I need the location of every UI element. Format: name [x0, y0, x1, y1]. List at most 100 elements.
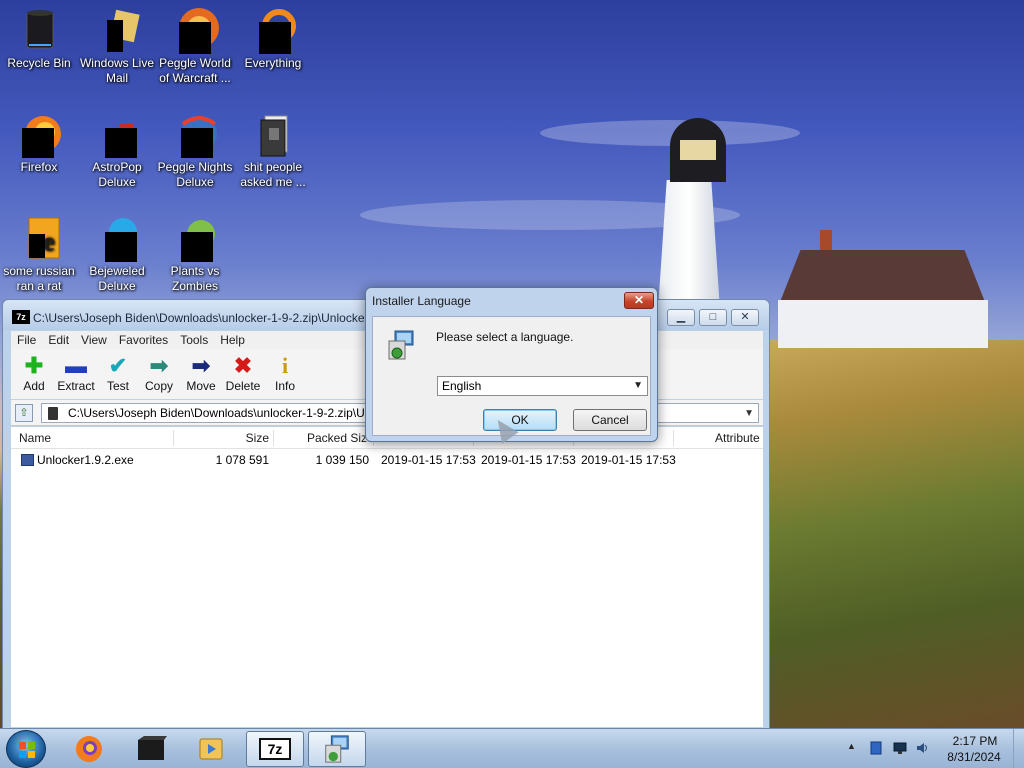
show-desktop-button[interactable] — [1013, 729, 1024, 768]
action-center-flag-icon[interactable] — [869, 741, 883, 755]
cancel-button[interactable]: Cancel — [573, 409, 647, 431]
delete-button[interactable]: ✖ Delete — [222, 353, 264, 393]
clock-time[interactable]: 2:17 PM — [945, 734, 1005, 748]
maximize-icon: □ — [709, 311, 717, 323]
delete-x-icon: ✖ — [233, 353, 253, 378]
firefox-icon — [15, 110, 63, 158]
file-list[interactable]: Name Size Packed Size Modified Created A… — [11, 427, 763, 727]
desktop-icon-plants-vs-zombies[interactable]: Plants vs Zombies — [156, 210, 234, 294]
taskbar-installer[interactable] — [308, 731, 366, 767]
start-button[interactable] — [6, 730, 46, 768]
media-player-icon — [199, 738, 223, 760]
7zip-icon: 7z — [259, 738, 291, 760]
checkmark-icon: ✔ — [108, 353, 128, 378]
wallpaper-lighthouse — [658, 180, 720, 310]
chevron-down-icon[interactable]: ▼ — [633, 377, 643, 395]
add-button[interactable]: ✚ Add — [13, 353, 55, 393]
cell-accessed: 2019-01-15 17:53 — [581, 453, 676, 467]
column-divider[interactable] — [173, 430, 174, 446]
menu-tools[interactable]: Tools — [174, 331, 214, 349]
menu-file[interactable]: File — [11, 331, 42, 349]
desktop-icon-label: Plants vs Zombies — [170, 264, 220, 293]
desktop-icon-peggle-nights[interactable]: Peggle Nights Deluxe — [156, 106, 234, 190]
menu-favorites[interactable]: Favorites — [113, 331, 174, 349]
installer-icon — [325, 735, 349, 763]
installer-language-dialog[interactable]: Installer Language ✕ Please select a lan… — [365, 287, 658, 442]
move-label: Move — [186, 379, 216, 393]
system-tray: ▲ 2:17 PM 8/31/2024 — [845, 729, 1024, 768]
minimize-button[interactable]: ▁ — [667, 309, 695, 326]
desktop-icon-folder[interactable]: shit people asked me ... — [234, 106, 312, 190]
desktop-icon-peggle-wow[interactable]: Peggle World of Warcraft ... — [156, 2, 234, 86]
move-button[interactable]: ➡ Move — [180, 353, 222, 393]
wallpaper-house — [778, 300, 988, 348]
cell-name: Unlocker1.9.2.exe — [37, 453, 134, 467]
desktop-icon-label: Peggle Nights Deluxe — [157, 160, 233, 189]
dialog-titlebar[interactable]: Installer Language ✕ — [366, 288, 657, 314]
desktop-icon-everything[interactable]: Everything — [234, 2, 312, 71]
test-button[interactable]: ✔ Test — [97, 353, 139, 393]
info-button[interactable]: i Info — [264, 353, 306, 393]
taskbar: 7z ▲ 2:17 PM 8/31/2024 — [0, 728, 1024, 768]
cell-size: 1 078 591 — [215, 453, 269, 467]
maximize-button[interactable]: □ — [699, 309, 727, 326]
desktop-icon-label: Everything — [244, 56, 302, 70]
extract-label: Extract — [57, 379, 95, 393]
plus-icon: ✚ — [24, 353, 44, 378]
close-icon: ✕ — [633, 293, 645, 307]
column-divider[interactable] — [273, 430, 274, 446]
table-row[interactable]: Unlocker1.9.2.exe 1 078 591 1 039 150 20… — [11, 451, 763, 469]
taskbar-media-player[interactable] — [182, 731, 240, 767]
up-folder-button[interactable]: ⇧ — [15, 404, 33, 422]
network-icon[interactable] — [893, 741, 907, 755]
clock-date[interactable]: 8/31/2024 — [941, 750, 1007, 764]
windows-logo-icon — [19, 742, 35, 758]
7zip-icon: 7z — [12, 310, 30, 324]
copy-label: Copy — [144, 379, 173, 393]
desktop-icon-windows-live-mail[interactable]: Windows Live Mail — [78, 2, 156, 86]
volume-icon[interactable] — [915, 741, 929, 755]
test-label: Test — [106, 379, 129, 393]
wallpaper-ground — [770, 340, 1024, 728]
extract-button[interactable]: ▬ Extract — [55, 353, 97, 393]
desktop-icon-firefox[interactable]: Firefox — [0, 106, 78, 175]
dialog-close-button[interactable]: ✕ — [624, 292, 654, 309]
cell-created: 2019-01-15 17:53 — [481, 453, 576, 467]
menu-view[interactable]: View — [75, 331, 113, 349]
desktop-icon-russian-rat[interactable]: e some russian ran a rat — [0, 210, 78, 294]
show-hidden-icons-button[interactable]: ▲ — [847, 741, 861, 755]
copy-button[interactable]: ➡ Copy — [138, 353, 180, 393]
bejeweled-icon — [93, 214, 141, 262]
desktop-icon-astropop[interactable]: AstroPop Deluxe — [78, 106, 156, 190]
column-header-attributes[interactable]: Attribute — [715, 427, 760, 449]
column-header-name[interactable]: Name — [19, 427, 51, 449]
taskbar-7zip[interactable]: 7z — [246, 731, 304, 767]
column-divider[interactable] — [673, 430, 674, 446]
folder-icon — [249, 110, 297, 158]
chevron-down-icon[interactable]: ▼ — [744, 405, 754, 422]
peggle-wow-icon — [171, 6, 219, 54]
ie-document-icon: e — [15, 214, 63, 262]
wallpaper-lighthouse-lamp — [680, 140, 716, 160]
drive-icon — [48, 407, 58, 420]
language-select[interactable]: English ▼ — [437, 376, 648, 396]
taskbar-app[interactable] — [122, 731, 180, 767]
desktop-icon-label: some russian ran a rat — [3, 264, 75, 293]
close-button[interactable]: ✕ — [731, 309, 759, 326]
desktop-icon-label: Recycle Bin — [7, 56, 71, 70]
address-path: C:\Users\Joseph Biden\Downloads\unlocker… — [68, 406, 407, 420]
taskbar-firefox[interactable] — [60, 731, 118, 767]
desktop-icon-label: AstroPop Deluxe — [92, 160, 142, 189]
minimize-icon: ▁ — [676, 311, 686, 323]
desktop-icon-bejeweled[interactable]: Bejeweled Deluxe — [78, 210, 156, 294]
cell-packed-size: 1 039 150 — [315, 453, 369, 467]
plants-vs-zombies-icon — [171, 214, 219, 262]
column-header-size[interactable]: Size — [221, 427, 269, 449]
column-header-packed-size[interactable]: Packed Size — [307, 427, 374, 449]
delete-label: Delete — [225, 379, 261, 393]
menu-edit[interactable]: Edit — [42, 331, 75, 349]
menu-help[interactable]: Help — [214, 331, 251, 349]
desktop-icon-recycle-bin[interactable]: Recycle Bin — [0, 2, 78, 71]
minus-icon: ▬ — [65, 353, 87, 378]
peggle-nights-icon — [171, 110, 219, 158]
